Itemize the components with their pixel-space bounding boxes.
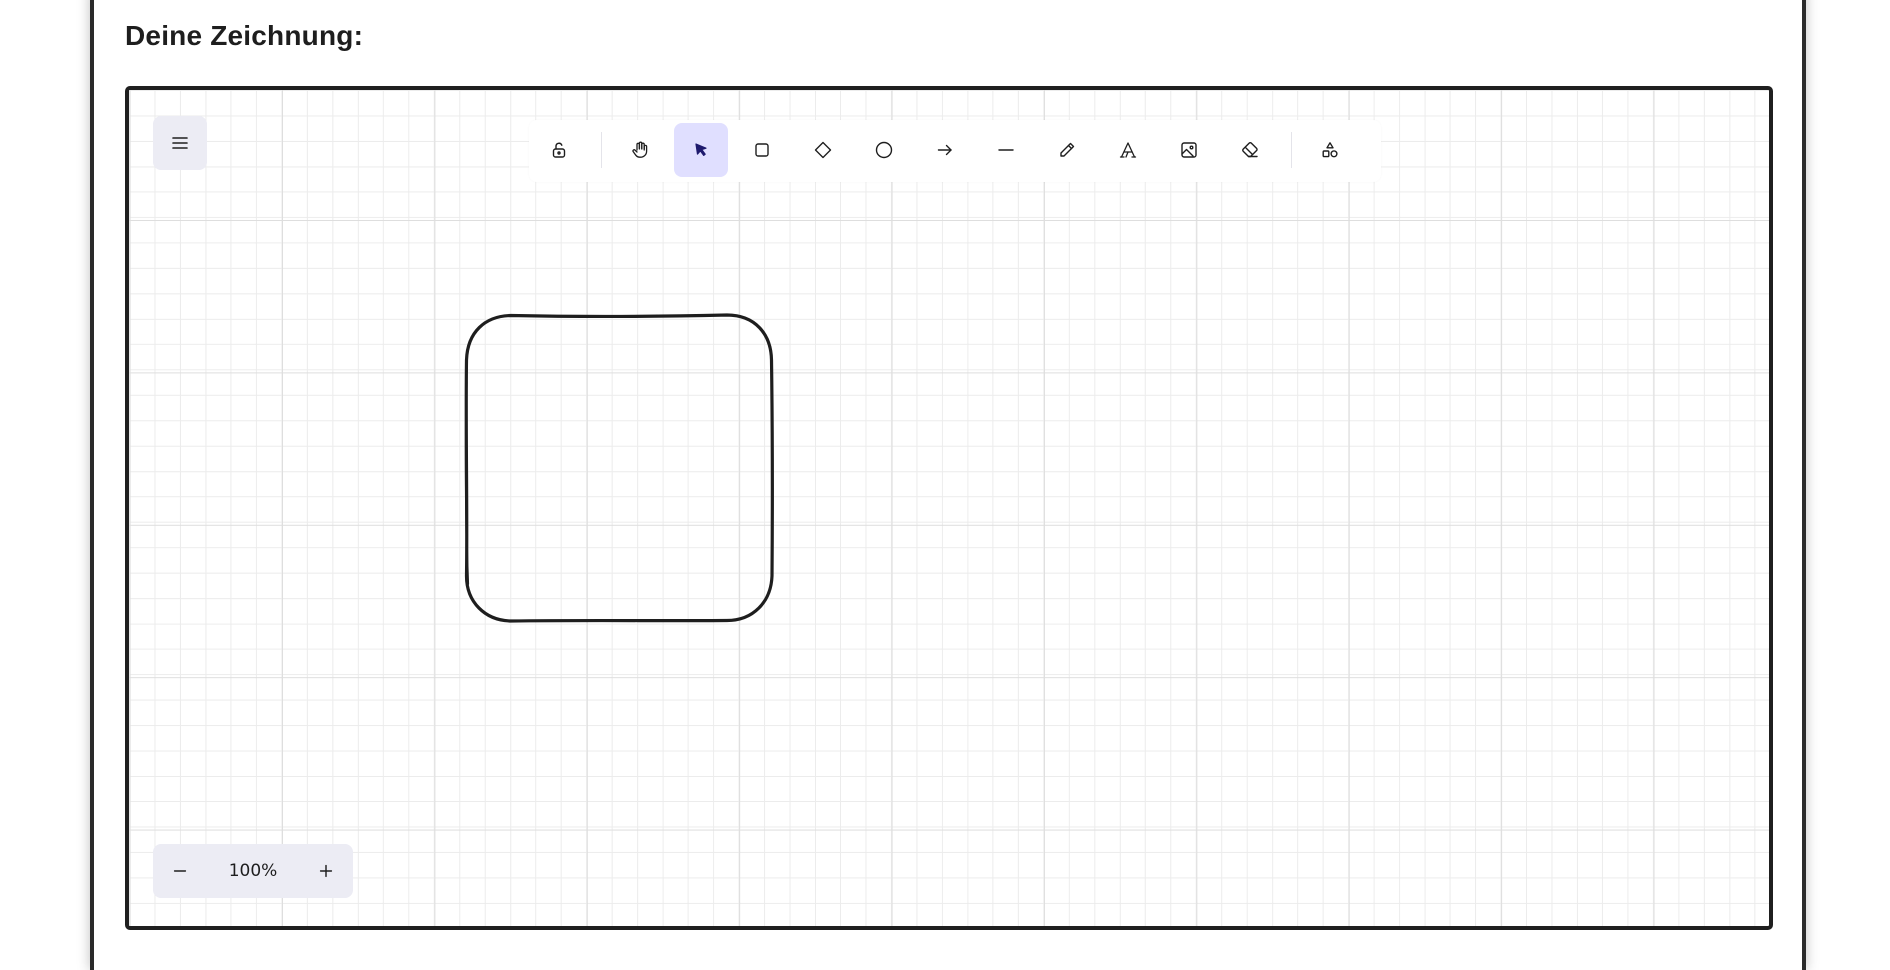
- toolbar-separator: [601, 132, 602, 168]
- tool-rectangle[interactable]: [735, 123, 789, 177]
- hand-icon: [632, 141, 648, 158]
- zoom-in-button[interactable]: [299, 844, 353, 898]
- pencil-icon: [1060, 142, 1075, 157]
- drawn-rectangle[interactable]: [463, 312, 775, 624]
- circle-icon: [875, 141, 893, 159]
- tool-arrow[interactable]: [918, 123, 972, 177]
- tool-lock[interactable]: [532, 123, 586, 177]
- text-a-icon: [1119, 142, 1137, 158]
- tool-draw[interactable]: [1040, 123, 1094, 177]
- toolbar-separator: [1291, 132, 1292, 168]
- drawing-canvas[interactable]: 100%: [125, 86, 1773, 930]
- tool-text[interactable]: [1101, 123, 1155, 177]
- eraser-icon: [1242, 141, 1258, 158]
- cursor-arrow-icon: [695, 143, 707, 156]
- tool-selection[interactable]: [674, 123, 728, 177]
- image-icon: [1181, 142, 1197, 158]
- zoom-out-button[interactable]: [153, 844, 207, 898]
- main-menu-button[interactable]: [153, 116, 207, 170]
- unlock-icon: [552, 142, 566, 158]
- tool-more-shapes[interactable]: [1303, 123, 1357, 177]
- tool-diamond[interactable]: [796, 123, 850, 177]
- shape-toolbar: [529, 120, 1381, 182]
- tool-eraser[interactable]: [1223, 123, 1277, 177]
- square-icon: [755, 143, 769, 157]
- hamburger-menu-icon: [172, 137, 188, 149]
- diamond-icon: [814, 141, 832, 159]
- zoom-level[interactable]: 100%: [207, 844, 299, 898]
- tool-ellipse[interactable]: [857, 123, 911, 177]
- plus-icon: [319, 864, 333, 878]
- page-title: Deine Zeichnung:: [125, 20, 364, 51]
- minus-icon: [173, 870, 187, 872]
- arrow-right-icon: [937, 144, 952, 156]
- tool-hand[interactable]: [613, 123, 667, 177]
- canvas-grid: [129, 90, 1769, 926]
- tool-line[interactable]: [979, 123, 1033, 177]
- zoom-control: 100%: [153, 844, 353, 898]
- shapes-icon: [1322, 142, 1338, 158]
- tool-image[interactable]: [1162, 123, 1216, 177]
- line-icon: [998, 149, 1014, 151]
